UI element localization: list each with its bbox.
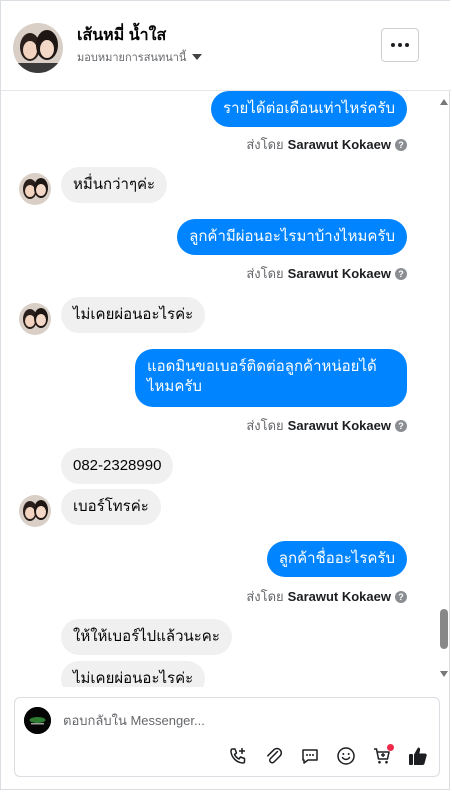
add-to-cart-button[interactable]	[370, 744, 394, 768]
help-icon[interactable]: ?	[395, 419, 407, 432]
like-icon	[409, 747, 427, 765]
reply-input[interactable]	[63, 710, 403, 730]
send-like-button[interactable]	[406, 744, 430, 768]
contact-avatar-small	[19, 303, 51, 335]
message-scrollbar[interactable]	[437, 91, 451, 687]
sent-by-label: ส่งโดย Sarawut Kokaew ?	[246, 586, 407, 607]
message-bubble-incoming: เบอร์โทรค่ะ	[61, 489, 161, 525]
sender-name: Sarawut Kokaew	[287, 589, 391, 604]
sender-name: Sarawut Kokaew	[287, 418, 391, 433]
sender-name: Sarawut Kokaew	[287, 266, 391, 281]
conversation-header: เส้นหมี่ น้ำใส มอบหมายการสนทนานี้	[1, 1, 451, 91]
message-bubble-incoming: ให้ให้เบอร์ไปแล้วนะคะ	[61, 619, 232, 655]
attachment-icon	[267, 747, 283, 764]
reply-composer	[14, 697, 440, 777]
attach-file-button[interactable]	[262, 744, 286, 768]
more-options-button[interactable]	[381, 28, 419, 62]
sent-by-label: ส่งโดย Sarawut Kokaew ?	[246, 134, 407, 155]
message-bubble-incoming: ไม่เคยผ่อนอะไรค่ะ	[61, 661, 206, 687]
contact-avatar-small	[19, 495, 51, 527]
phone-add-icon	[230, 748, 246, 764]
help-icon[interactable]: ?	[395, 590, 407, 603]
saved-replies-icon	[302, 749, 318, 764]
message-bubble-outgoing: แอดมินขอเบอร์ติดต่อลูกค้าหน่อยได้ ไหมครั…	[135, 349, 407, 407]
message-bubble-outgoing: ลูกค้ามีผ่อนอะไรมาบ้างไหมครับ	[177, 219, 407, 255]
help-icon[interactable]: ?	[395, 138, 407, 151]
message-bubble-incoming: 082-2328990	[61, 448, 174, 484]
message-bubble-incoming: หมื่นกว่าๆค่ะ	[61, 167, 168, 203]
sent-by-prefix: ส่งโดย	[246, 266, 284, 281]
phone-add-button[interactable]	[226, 744, 250, 768]
notification-dot	[387, 744, 394, 751]
message-bubble-outgoing: รายได้ต่อเดือนเท่าไหร่ครับ	[211, 91, 407, 127]
scroll-thumb[interactable]	[440, 609, 448, 649]
sent-by-prefix: ส่งโดย	[246, 137, 284, 152]
help-icon[interactable]: ?	[395, 267, 407, 280]
more-icon	[391, 43, 409, 47]
assign-conversation-dropdown[interactable]: มอบหมายการสนทนานี้	[77, 48, 203, 66]
scroll-down-arrow-icon[interactable]	[440, 671, 448, 677]
sent-by-prefix: ส่งโดย	[246, 418, 284, 433]
message-bubble-outgoing: ลูกค้าชื่ออะไรครับ	[266, 541, 407, 577]
message-line: แอดมินขอเบอร์ติดต่อลูกค้าหน่อยได้	[147, 358, 377, 375]
contact-name[interactable]: เส้นหมี่ น้ำใส	[77, 23, 166, 48]
page-avatar	[24, 707, 51, 734]
emoji-button[interactable]	[334, 744, 358, 768]
message-line: ไหมครับ	[147, 378, 202, 395]
sent-by-prefix: ส่งโดย	[246, 589, 284, 604]
contact-avatar[interactable]	[13, 23, 63, 73]
sent-by-label: ส่งโดย Sarawut Kokaew ?	[246, 263, 407, 284]
message-bubble-incoming: ไม่เคยผ่อนอะไรค่ะ	[61, 297, 206, 333]
sent-by-label: ส่งโดย Sarawut Kokaew ?	[246, 415, 407, 436]
chat-window: เส้นหมี่ น้ำใส มอบหมายการสนทนานี้ รายได้…	[0, 0, 451, 790]
contact-avatar-small	[19, 173, 51, 205]
emoji-icon	[337, 747, 355, 765]
scroll-up-arrow-icon[interactable]	[440, 99, 448, 105]
message-list: รายได้ต่อเดือนเท่าไหร่ครับ ส่งโดย Sarawu…	[1, 91, 437, 687]
sender-name: Sarawut Kokaew	[287, 137, 391, 152]
assign-label: มอบหมายการสนทนานี้	[77, 52, 187, 64]
saved-replies-button[interactable]	[298, 744, 322, 768]
caret-down-icon	[192, 54, 203, 60]
